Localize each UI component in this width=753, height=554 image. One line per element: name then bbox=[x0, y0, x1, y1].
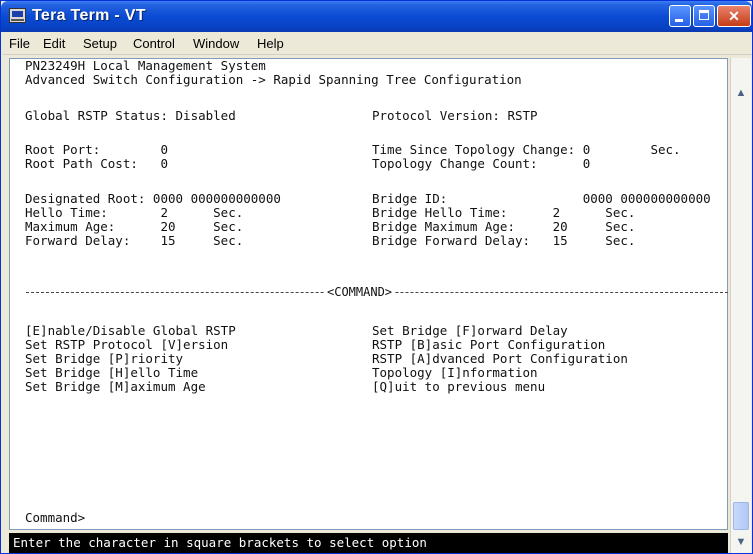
menu-file[interactable]: File bbox=[9, 36, 30, 51]
terminal-screen[interactable]: PN23249H Local Management System Advance… bbox=[9, 58, 728, 530]
bridge-hello-time: Bridge Hello Time: 2 Sec. bbox=[372, 205, 636, 220]
command-prompt[interactable]: Command> bbox=[25, 511, 85, 525]
maximum-age: Maximum Age: 20 Sec. bbox=[25, 219, 244, 234]
tera-term-window: Tera Term - VT ✕ File Edit Setup Control… bbox=[0, 0, 753, 554]
bridge-forward-delay: Bridge Forward Delay: 15 Sec. bbox=[372, 233, 636, 248]
title-bar[interactable]: Tera Term - VT ✕ bbox=[1, 1, 752, 32]
cmd-rstp-advanced-port-config[interactable]: RSTP [A]dvanced Port Configuration bbox=[372, 352, 628, 366]
menu-bar: File Edit Setup Control Window Help bbox=[3, 33, 752, 55]
menu-control[interactable]: Control bbox=[133, 36, 175, 51]
menu-edit[interactable]: Edit bbox=[43, 36, 65, 51]
window-title: Tera Term - VT bbox=[32, 7, 146, 24]
terminal-status-line: Enter the character in square brackets t… bbox=[9, 533, 728, 553]
minimize-icon bbox=[675, 19, 683, 22]
scroll-down-icon[interactable]: ▼ bbox=[732, 533, 750, 551]
maximize-icon bbox=[699, 10, 709, 20]
cmd-set-bridge-hello-time[interactable]: Set Bridge [H]ello Time bbox=[25, 366, 198, 380]
global-rstp-status: Global RSTP Status: Disabled bbox=[25, 108, 236, 123]
cmd-topology-information[interactable]: Topology [I]nformation bbox=[372, 366, 538, 380]
menu-window[interactable]: Window bbox=[193, 36, 239, 51]
system-title: PN23249H Local Management System bbox=[25, 58, 266, 73]
cmd-set-bridge-priority[interactable]: Set Bridge [P]riority bbox=[25, 352, 183, 366]
close-icon: ✕ bbox=[728, 8, 740, 24]
maximize-button[interactable] bbox=[693, 5, 715, 27]
cmd-set-bridge-maximum-age[interactable]: Set Bridge [M]aximum Age bbox=[25, 380, 206, 394]
bridge-maximum-age: Bridge Maximum Age: 20 Sec. bbox=[372, 219, 636, 234]
cmd-quit-previous-menu[interactable]: [Q]uit to previous menu bbox=[372, 380, 545, 394]
close-button[interactable]: ✕ bbox=[717, 5, 751, 27]
root-port: Root Port: 0 bbox=[25, 142, 168, 157]
menu-help[interactable]: Help bbox=[257, 36, 284, 51]
hello-time: Hello Time: 2 Sec. bbox=[25, 205, 244, 220]
cmd-set-bridge-forward-delay[interactable]: Set Bridge [F]orward Delay bbox=[372, 324, 568, 338]
forward-delay: Forward Delay: 15 Sec. bbox=[25, 233, 244, 248]
protocol-version: Protocol Version: RSTP bbox=[372, 108, 538, 123]
vertical-scrollbar[interactable]: ▲ ▼ bbox=[730, 58, 751, 553]
designated-root: Designated Root: 0000 000000000000 bbox=[25, 191, 281, 206]
scroll-thumb[interactable] bbox=[733, 502, 749, 530]
cmd-enable-global-rstp[interactable]: [E]nable/Disable Global RSTP bbox=[25, 324, 236, 338]
bridge-id: Bridge ID: 0000 000000000000 bbox=[372, 191, 711, 206]
time-since-topology-change: Time Since Topology Change: 0 Sec. bbox=[372, 142, 681, 157]
menu-setup[interactable]: Setup bbox=[83, 36, 117, 51]
cmd-rstp-basic-port-config[interactable]: RSTP [B]asic Port Configuration bbox=[372, 338, 605, 352]
scroll-up-icon[interactable]: ▲ bbox=[732, 84, 750, 102]
command-label: <COMMAND> bbox=[324, 285, 396, 299]
cmd-set-protocol-version[interactable]: Set RSTP Protocol [V]ersion bbox=[25, 338, 228, 352]
topology-change-count: Topology Change Count: 0 bbox=[372, 156, 591, 171]
breadcrumb: Advanced Switch Configuration -> Rapid S… bbox=[25, 72, 522, 87]
terminal-app-icon[interactable] bbox=[9, 8, 26, 23]
root-path-cost: Root Path Cost: 0 bbox=[25, 156, 168, 171]
minimize-button[interactable] bbox=[669, 5, 691, 27]
